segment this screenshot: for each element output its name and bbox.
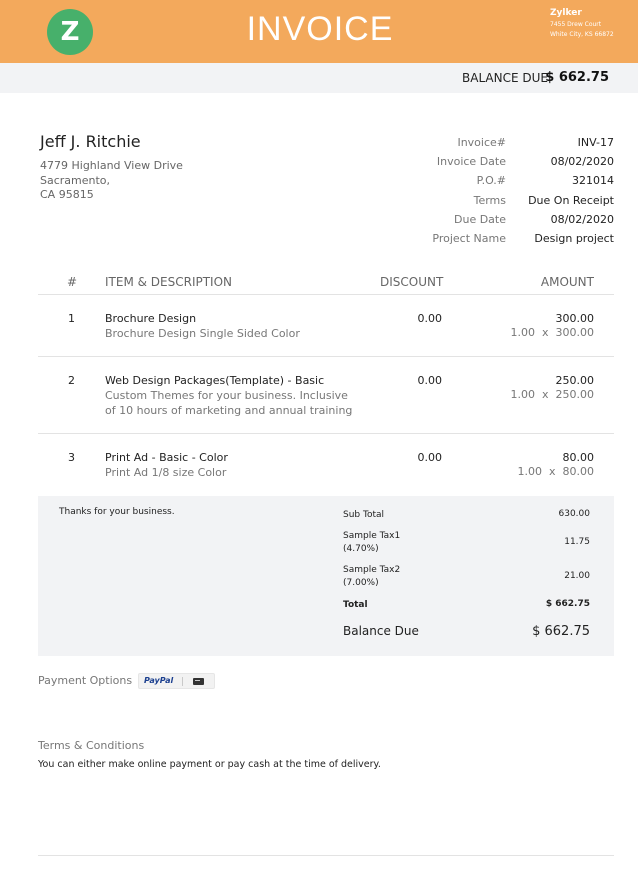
footer-divider <box>38 855 614 856</box>
sub-total-value: 630.00 <box>558 509 591 519</box>
line-item-discount: 0.00 <box>417 374 443 387</box>
company-info: Zylker 7455 Drew Court White City, KS 66… <box>550 8 614 40</box>
line-item-number: 3 <box>68 451 75 464</box>
balance-due-bar: BALANCE DUE $ 662.75 <box>0 63 638 93</box>
customer-address-line: Sacramento, <box>40 174 111 187</box>
paypal-logo: PayPal <box>144 676 174 685</box>
meta-value: 08/02/2020 <box>550 213 614 226</box>
column-header-item: ITEM & DESCRIPTION <box>105 275 233 289</box>
meta-value: 321014 <box>572 174 614 187</box>
balance-due-label: BALANCE DUE <box>462 71 548 85</box>
company-address-line: White City, KS 66872 <box>550 31 614 38</box>
meta-value: INV-17 <box>577 136 614 149</box>
meta-label: Invoice# <box>457 136 506 149</box>
line-item-description: Custom Themes for your business. Inclusi… <box>105 389 353 417</box>
table-header-divider <box>38 294 614 295</box>
thank-you-note: Thanks for your business. <box>59 507 175 517</box>
invoice-header: Z INVOICE Zylker 7455 Drew Court White C… <box>0 0 638 63</box>
tax2-rate: (7.00%) <box>343 578 379 588</box>
terms-text: You can either make online payment or pa… <box>38 759 381 770</box>
meta-label: Terms <box>473 194 506 207</box>
line-item-discount: 0.00 <box>417 451 443 464</box>
row-divider <box>38 433 614 434</box>
column-header-number: # <box>67 275 78 289</box>
line-item-quantity-rate: 1.00 x 300.00 <box>510 326 594 339</box>
line-item-quantity-rate: 1.00 x 80.00 <box>517 465 594 478</box>
meta-value: Design project <box>534 232 614 245</box>
payment-options-label: Payment Options <box>38 674 133 687</box>
tax2-label: Sample Tax2 <box>343 565 401 575</box>
meta-project-name: Project Name Design project <box>380 232 614 250</box>
payment-divider <box>182 677 183 686</box>
meta-label: Project Name <box>432 232 506 245</box>
column-header-amount: AMOUNT <box>540 275 594 289</box>
tax1-label: Sample Tax1 <box>343 531 401 541</box>
line-item-title: Web Design Packages(Template) - Basic <box>105 374 325 387</box>
tax1-value: 11.75 <box>564 537 590 547</box>
total-value: $ 662.75 <box>545 599 590 609</box>
line-item-title: Brochure Design <box>105 312 197 325</box>
customer-address-line: CA 95815 <box>40 188 94 201</box>
tax2-value: 21.00 <box>564 571 590 581</box>
line-item-description: Print Ad 1/8 size Color <box>105 466 227 479</box>
meta-due-date: Due Date 08/02/2020 <box>380 213 614 231</box>
company-address-line: 7455 Drew Court <box>550 21 602 28</box>
line-item-amount: 300.00 <box>555 312 595 325</box>
meta-invoice-number: Invoice# INV-17 <box>380 136 614 154</box>
line-item-number: 1 <box>68 312 75 325</box>
customer-address-line: 4779 Highland View Drive <box>40 159 183 172</box>
balance-due-value: $ 662.75 <box>545 70 609 85</box>
column-header-discount: DISCOUNT <box>380 275 444 289</box>
logo-letter: Z <box>60 17 80 47</box>
meta-value: 08/02/2020 <box>550 155 614 168</box>
customer-name: Jeff J. Ritchie <box>40 132 141 151</box>
meta-po-number: P.O.# 321014 <box>380 174 614 192</box>
line-item-amount: 250.00 <box>555 374 595 387</box>
total-label: Total <box>343 600 368 610</box>
payment-methods-badge[interactable]: PayPal <box>138 673 215 689</box>
balance-due-summary-label: Balance Due <box>343 624 419 638</box>
meta-invoice-date: Invoice Date 08/02/2020 <box>380 155 614 173</box>
meta-label: P.O.# <box>476 174 506 187</box>
company-logo: Z <box>47 9 93 55</box>
line-item-number: 2 <box>68 374 75 387</box>
credit-card-icon <box>193 678 204 685</box>
line-item-quantity-rate: 1.00 x 250.00 <box>510 388 594 401</box>
meta-terms: Terms Due On Receipt <box>380 194 614 212</box>
document-title: INVOICE <box>246 10 394 48</box>
balance-due-summary-value: $ 662.75 <box>532 624 590 639</box>
line-item-discount: 0.00 <box>417 312 443 325</box>
line-item-title: Print Ad - Basic - Color <box>105 451 228 464</box>
terms-title: Terms & Conditions <box>38 739 145 752</box>
row-divider <box>38 356 614 357</box>
meta-value: Due On Receipt <box>528 194 614 207</box>
meta-label: Due Date <box>454 213 506 226</box>
sub-total-label: Sub Total <box>343 510 385 520</box>
tax1-rate: (4.70%) <box>343 544 379 554</box>
meta-label: Invoice Date <box>436 155 506 168</box>
line-item-description: Brochure Design Single Sided Color <box>105 327 300 340</box>
line-item-amount: 80.00 <box>562 451 595 464</box>
company-name: Zylker <box>550 8 582 18</box>
